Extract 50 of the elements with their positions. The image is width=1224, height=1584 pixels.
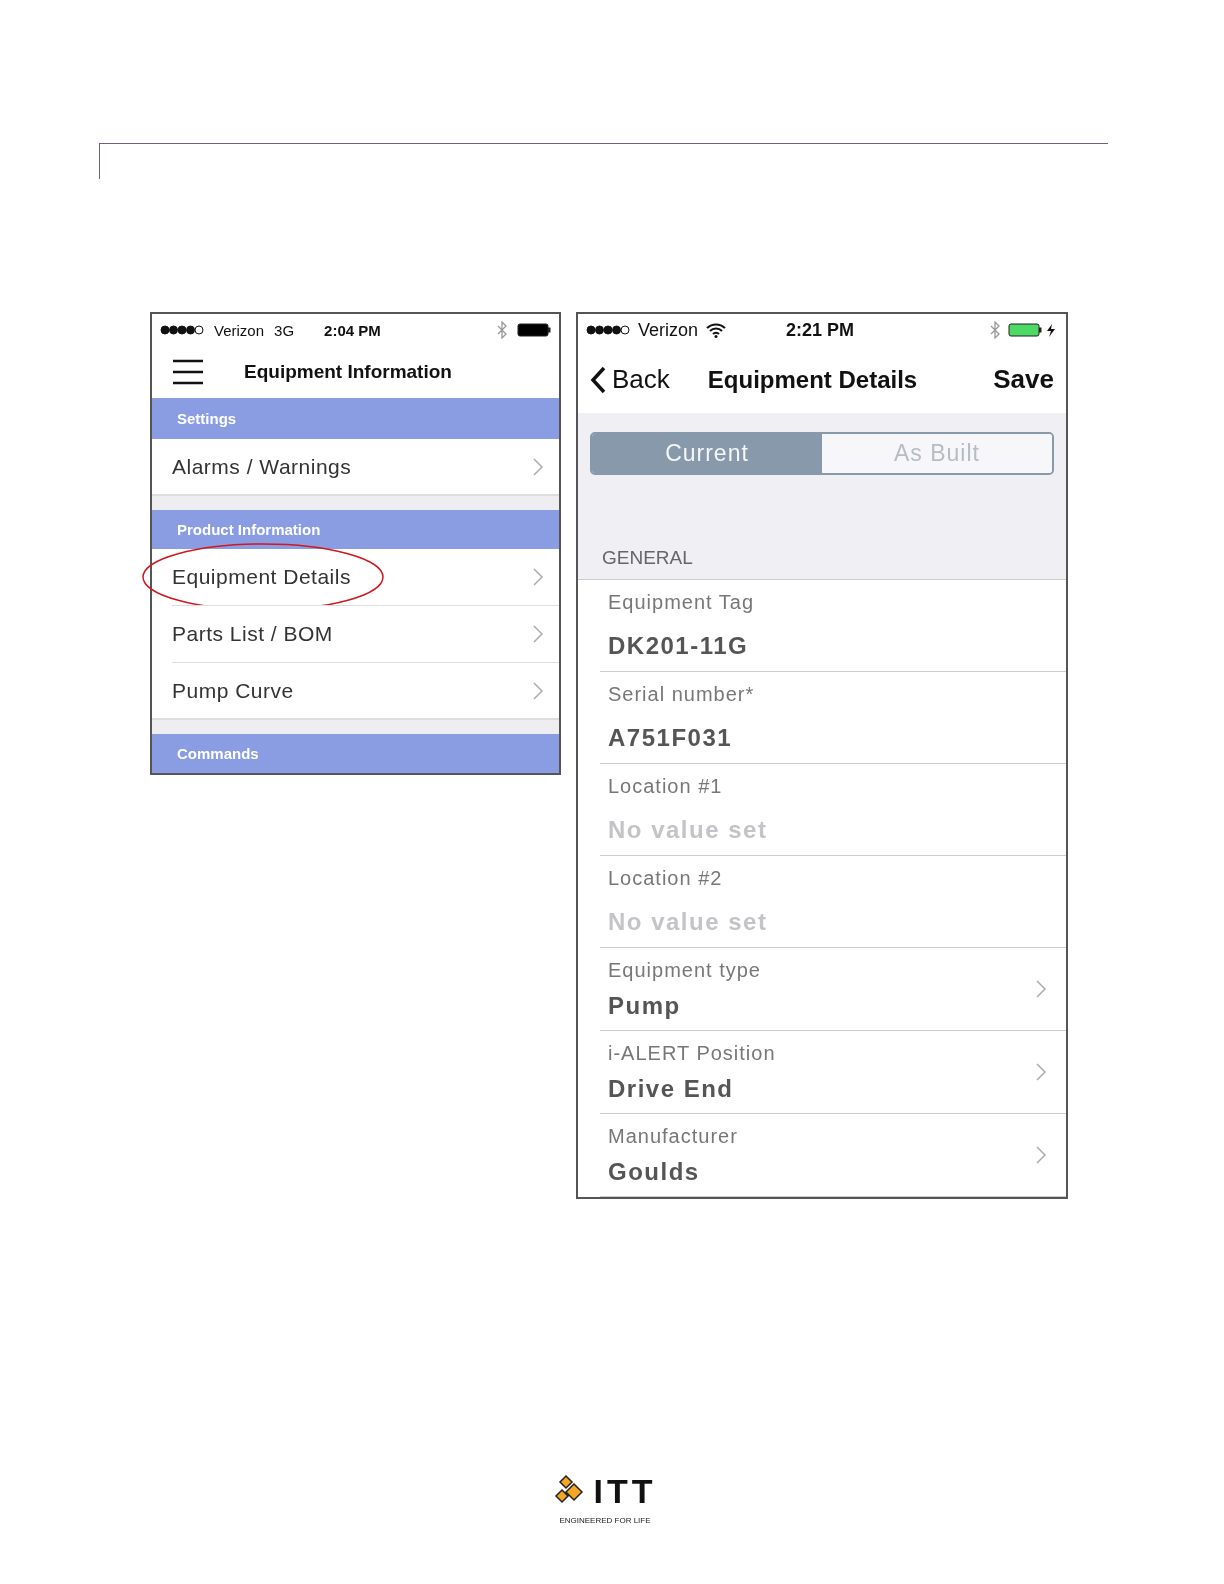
brand-name: ITT <box>593 1474 657 1508</box>
section-header: Settings <box>152 398 559 439</box>
field-label: Location #1 <box>608 775 724 798</box>
save-button[interactable]: Save <box>993 364 1054 395</box>
field-value: Drive End <box>608 1074 735 1103</box>
status-time: 2:21 PM <box>786 319 855 341</box>
screen-title: Equipment Information <box>244 361 452 383</box>
field-label: i-ALERT Position <box>608 1041 777 1065</box>
chevron-icon <box>533 457 543 476</box>
back-chevron-icon <box>590 365 606 394</box>
form-field[interactable]: Manufacturer Goulds <box>600 1114 1066 1197</box>
field-label: Serial number* <box>608 683 756 706</box>
field-placeholder: No value set <box>608 816 769 844</box>
field-label: Equipment Tag <box>608 591 756 614</box>
menu-icon[interactable] <box>172 359 204 385</box>
chevron-icon <box>1036 1063 1046 1081</box>
chevron-icon <box>533 624 543 643</box>
chevron-icon <box>1036 980 1046 998</box>
signal-icon <box>160 325 204 335</box>
field-label: Location #2 <box>608 867 724 890</box>
status-time: 2:04 PM <box>324 321 381 339</box>
field-label: Equipment type <box>608 958 762 982</box>
form-field[interactable]: i-ALERT Position Drive End <box>600 1031 1066 1114</box>
signal-icon <box>586 325 630 335</box>
form-field[interactable]: Location #2 No value set <box>600 856 1066 948</box>
field-placeholder: No value set <box>608 908 769 936</box>
field-value: A751F031 <box>608 724 734 752</box>
wifi-icon <box>706 322 727 338</box>
form-field[interactable]: Location #1 No value set <box>600 764 1066 856</box>
brand-tagline: ENGINEERED FOR LIFE <box>559 1516 651 1525</box>
chevron-icon <box>1036 1146 1046 1164</box>
bluetooth-icon <box>990 321 1000 339</box>
chevron-icon <box>533 681 543 700</box>
carrier-name: Verizon <box>214 321 265 339</box>
bluetooth-icon <box>497 321 507 339</box>
field-value: Pump <box>608 991 682 1020</box>
carrier-name: Verizon <box>638 319 699 341</box>
form-field[interactable]: Equipment Tag DK201-11G <box>600 580 1066 672</box>
form-field[interactable]: Equipment type Pump <box>600 948 1066 1031</box>
screen-title: Equipment Details <box>707 365 918 394</box>
section-header: Product Information <box>152 510 559 549</box>
field-label: Manufacturer <box>608 1124 739 1148</box>
chevron-icon <box>533 567 543 586</box>
network-type: 3G <box>274 321 295 339</box>
section-header: Commands <box>152 734 559 773</box>
back-button[interactable]: Back <box>590 364 670 395</box>
form-field[interactable]: Serial number* A751F031 <box>600 672 1066 764</box>
group-header: GENERAL <box>601 546 694 570</box>
field-value: DK201-11G <box>608 632 750 660</box>
field-value: Goulds <box>608 1157 701 1186</box>
